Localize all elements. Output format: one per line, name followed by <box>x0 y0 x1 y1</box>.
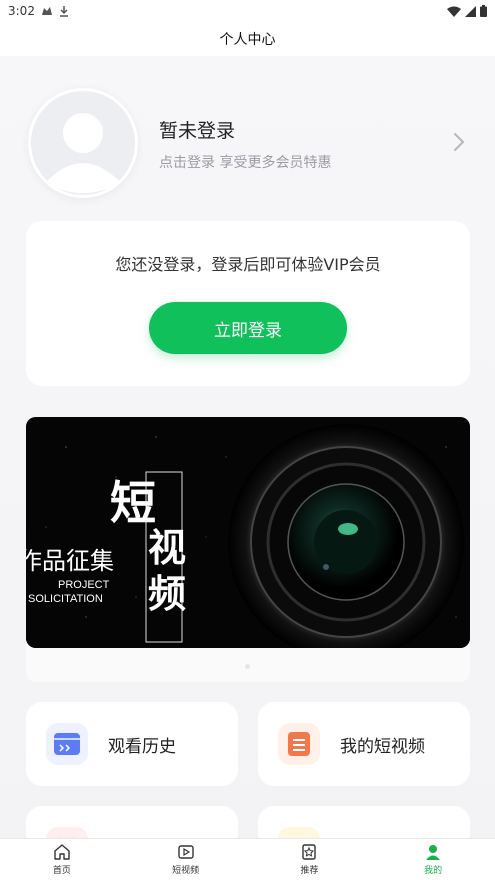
nav-home-label: 首页 <box>52 866 71 876</box>
wifi-icon <box>447 6 461 17</box>
banner-title-char: 短 <box>110 476 156 530</box>
login-button[interactable]: 立即登录 <box>149 302 347 354</box>
page-title: 个人中心 <box>219 32 276 48</box>
nav-home[interactable]: 首页 <box>0 839 124 880</box>
notification-icon <box>41 7 52 15</box>
header: 个人中心 <box>0 22 495 56</box>
user-icon <box>426 845 441 860</box>
history-tile[interactable]: 观看历史 <box>26 702 238 786</box>
chevron-right-icon[interactable] <box>452 130 466 154</box>
carousel-indicator[interactable] <box>245 664 250 669</box>
nav-recommend-label: 推荐 <box>300 866 319 876</box>
download-icon <box>59 5 68 17</box>
nav-short-video[interactable]: 短视频 <box>124 839 248 880</box>
login-tip: 您还没登录，登录后即可体验VIP会员 <box>115 255 381 274</box>
nav-recommend[interactable]: 推荐 <box>248 839 372 880</box>
nav-mine[interactable]: 我的 <box>371 839 495 880</box>
banner-project-text: PROJECT <box>58 579 110 591</box>
battery-icon <box>480 5 487 17</box>
profile-section[interactable]: 暂未登录 点击登录 享受更多会员特惠 <box>26 88 470 198</box>
banner-carousel[interactable]: 短 视频 作品征集 PROJECT SOLICITATION <box>26 417 470 682</box>
main-content[interactable]: 暂未登录 点击登录 享受更多会员特惠 您还没登录，登录后即可体验VIP会员 立即… <box>0 56 495 838</box>
profile-subtitle: 点击登录 享受更多会员特惠 <box>159 155 332 171</box>
nav-mine-label: 我的 <box>424 866 443 876</box>
nav-short-video-label: 短视频 <box>172 866 200 876</box>
banner-art <box>26 417 470 648</box>
signal-icon <box>465 5 476 17</box>
banner-solicitation-text: SOLICITATION <box>28 593 103 605</box>
favorites-tile[interactable] <box>26 806 238 838</box>
heart-icon <box>46 827 88 838</box>
banner-vertical-text: 视频 <box>148 525 187 616</box>
folder-icon <box>278 827 320 838</box>
banner-left-text: 作品征集 <box>26 547 114 575</box>
my-videos-label: 我的短视频 <box>340 737 425 757</box>
play-icon <box>177 845 194 859</box>
recommend-icon <box>302 844 317 860</box>
status-time: 3:02 <box>8 4 35 18</box>
history-label: 观看历史 <box>108 737 176 757</box>
status-bar: 3:02 <box>0 0 495 22</box>
default-avatar-icon <box>31 91 135 195</box>
banner-image[interactable]: 短 视频 作品征集 PROJECT SOLICITATION <box>26 417 470 648</box>
profile-name: 暂未登录 <box>159 120 236 142</box>
avatar[interactable] <box>28 88 138 198</box>
history-icon <box>46 723 88 765</box>
login-card: 您还没登录，登录后即可体验VIP会员 立即登录 <box>26 221 470 386</box>
my-videos-tile[interactable]: 我的短视频 <box>258 702 470 786</box>
video-list-icon <box>278 723 320 765</box>
bottom-nav: 首页 短视频 推荐 我的 <box>0 838 495 880</box>
home-icon <box>54 844 70 860</box>
folder-tile[interactable] <box>258 806 470 838</box>
